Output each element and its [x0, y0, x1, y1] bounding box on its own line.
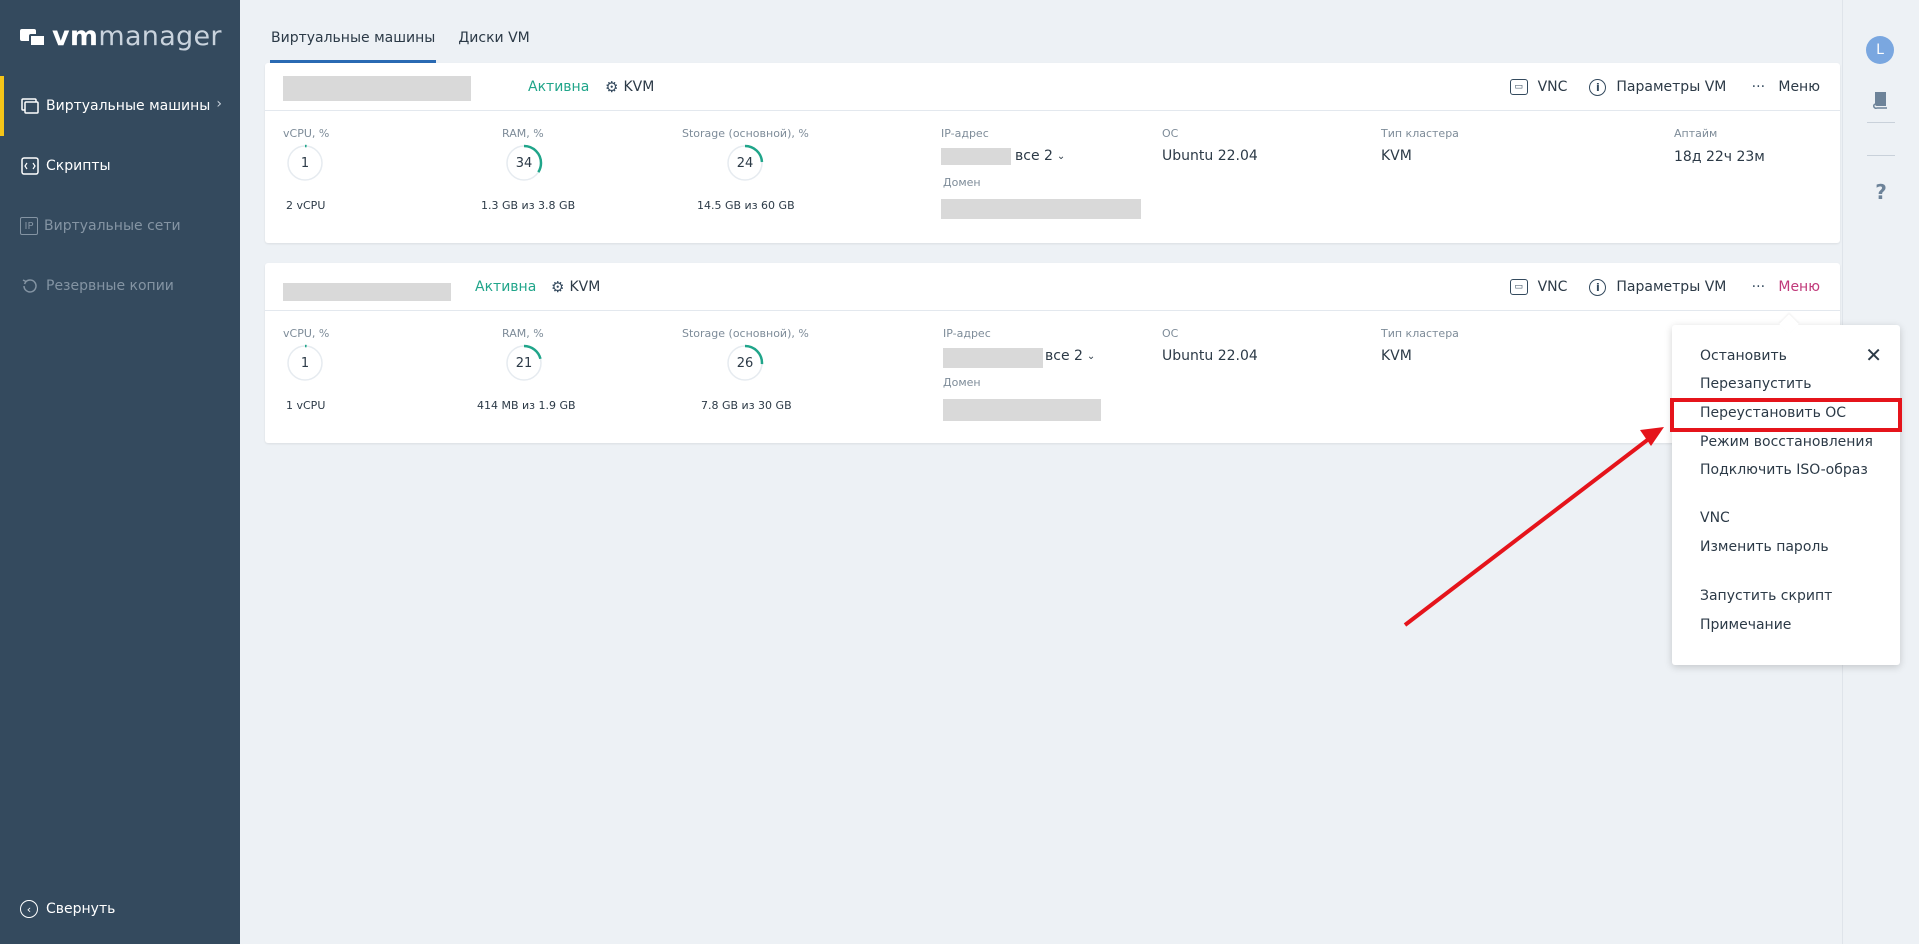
ram-gauge: 21: [504, 343, 544, 383]
tab-disks[interactable]: Диски VM: [457, 30, 530, 63]
avatar[interactable]: L: [1866, 36, 1894, 64]
vm-card-header: Активна ⚙ KVM ▭ VNC i Параметры VM ··· Меню: [265, 263, 1840, 311]
ram-gauge: 34: [504, 143, 544, 183]
vm-params-button[interactable]: i Параметры VM: [1589, 278, 1726, 296]
uptime-value: 18д 22ч 23м: [1674, 149, 1765, 165]
sidebar-item-backups[interactable]: Резервные копии: [0, 256, 240, 316]
vm-card-header: Активна ⚙ KVM ▭ VNC i Параметры VM ··· Меню: [265, 63, 1840, 111]
vm-name-redacted[interactable]: [283, 76, 471, 101]
kvm-icon: ⚙: [605, 78, 619, 96]
vcpu-gauge: 1: [285, 343, 325, 383]
more-icon: ···: [1751, 279, 1766, 295]
tabs: Виртуальные машины Диски VM: [270, 30, 552, 63]
sidebar-item-label: Виртуальные машины: [46, 98, 211, 114]
vnc-button[interactable]: ▭ VNC: [1509, 79, 1567, 95]
vm-actions: ▭ VNC i Параметры VM ··· Меню: [1488, 77, 1820, 97]
vnc-icon: ▭: [1509, 279, 1528, 295]
backup-icon: [20, 276, 40, 296]
more-icon: ···: [1751, 79, 1766, 95]
script-icon: [20, 156, 40, 176]
vm-menu-dropdown: ✕ Остановить Перезапустить Переустановит…: [1672, 325, 1900, 665]
vm-card-body: vCPU, % 1 2 vCPU RAM, % 34 1.3 GB из 3.8…: [265, 111, 1840, 243]
tab-vms[interactable]: Виртуальные машины: [270, 30, 437, 63]
menu-item-restart[interactable]: Перезапустить: [1700, 376, 1811, 392]
hypervisor-label: ⚙ KVM: [605, 78, 655, 96]
vcpu-gauge: 1: [285, 143, 325, 183]
domain-redacted: [941, 199, 1141, 219]
hypervisor-label: ⚙ KVM: [551, 278, 601, 296]
book-icon[interactable]: [1869, 88, 1893, 112]
vm-actions: ▭ VNC i Параметры VM ··· Меню: [1488, 277, 1820, 297]
sidebar-item-label: Виртуальные сети: [44, 218, 181, 234]
vm-card: Активна ⚙ KVM ▭ VNC i Параметры VM ··· Меню…: [265, 263, 1840, 443]
vm-name-redacted[interactable]: [283, 283, 451, 301]
ip-more-toggle[interactable]: все 2 ⌄: [1015, 148, 1065, 164]
storage-gauge: 26: [725, 343, 765, 383]
menu-item-note[interactable]: Примечание: [1700, 617, 1791, 633]
menu-item-stop[interactable]: Остановить: [1700, 348, 1787, 364]
vm-icon: [20, 96, 40, 116]
menu-item-change-password[interactable]: Изменить пароль: [1700, 539, 1829, 555]
sidebar-item-label: Резервные копии: [46, 278, 174, 294]
divider: [1867, 122, 1895, 123]
chevron-right-icon: ›: [216, 96, 222, 112]
help-icon[interactable]: ?: [1869, 180, 1893, 204]
chevron-down-icon: ⌄: [1056, 150, 1066, 162]
sidebar-item-vms[interactable]: Виртуальные машины ›: [0, 76, 240, 136]
kvm-icon: ⚙: [551, 278, 565, 296]
vnc-icon: ▭: [1509, 79, 1528, 95]
close-icon[interactable]: ✕: [1865, 343, 1882, 367]
vm-params-button[interactable]: i Параметры VM: [1589, 78, 1726, 96]
collapse-label: Свернуть: [46, 901, 116, 917]
cluster-value: KVM: [1381, 148, 1412, 164]
menu-item-recovery-mode[interactable]: Режим восстановления: [1700, 434, 1873, 450]
info-icon: i: [1589, 78, 1607, 96]
status-badge: Активна: [528, 79, 590, 95]
domain-redacted: [943, 399, 1101, 421]
vm-card: Активна ⚙ KVM ▭ VNC i Параметры VM ··· Меню…: [265, 63, 1840, 243]
ip-redacted: [943, 348, 1043, 368]
sidebar-item-label: Скрипты: [46, 158, 111, 174]
menu-item-run-script[interactable]: Запустить скрипт: [1700, 588, 1832, 604]
cluster-value: KVM: [1381, 348, 1412, 364]
menu-item-vnc[interactable]: VNC: [1700, 510, 1730, 526]
annotation-highlight-box: [1670, 398, 1902, 432]
logo-icon: [20, 25, 46, 47]
sidebar: vmmanager Виртуальные машины › Скрипты I…: [0, 0, 240, 944]
ip-icon: IP: [20, 217, 38, 235]
status-badge: Активна: [475, 279, 537, 295]
os-value: Ubuntu 22.04: [1162, 348, 1258, 364]
info-icon: i: [1589, 278, 1607, 296]
vm-card-body: vCPU, % 1 1 vCPU RAM, % 21 414 MB из 1.9…: [265, 311, 1840, 443]
menu-button[interactable]: ··· Меню: [1748, 77, 1820, 97]
storage-gauge: 24: [725, 143, 765, 183]
os-value: Ubuntu 22.04: [1162, 148, 1258, 164]
collapse-button[interactable]: ‹ Свернуть: [20, 900, 115, 918]
menu-button[interactable]: ··· Меню: [1748, 277, 1820, 297]
menu-item-attach-iso[interactable]: Подключить ISO-образ: [1700, 462, 1868, 478]
sidebar-item-scripts[interactable]: Скрипты: [0, 136, 240, 196]
vnc-button[interactable]: ▭ VNC: [1509, 279, 1567, 295]
ip-redacted: [941, 148, 1011, 165]
ip-more-toggle[interactable]: все 2 ⌄: [1045, 348, 1095, 364]
sidebar-nav: Виртуальные машины › Скрипты IP Виртуаль…: [0, 76, 240, 316]
logo[interactable]: vmmanager: [20, 20, 222, 52]
chevron-down-icon: ⌄: [1086, 350, 1096, 362]
sidebar-item-networks[interactable]: IP Виртуальные сети: [0, 196, 240, 256]
divider: [1867, 155, 1895, 156]
collapse-icon: ‹: [20, 900, 38, 918]
